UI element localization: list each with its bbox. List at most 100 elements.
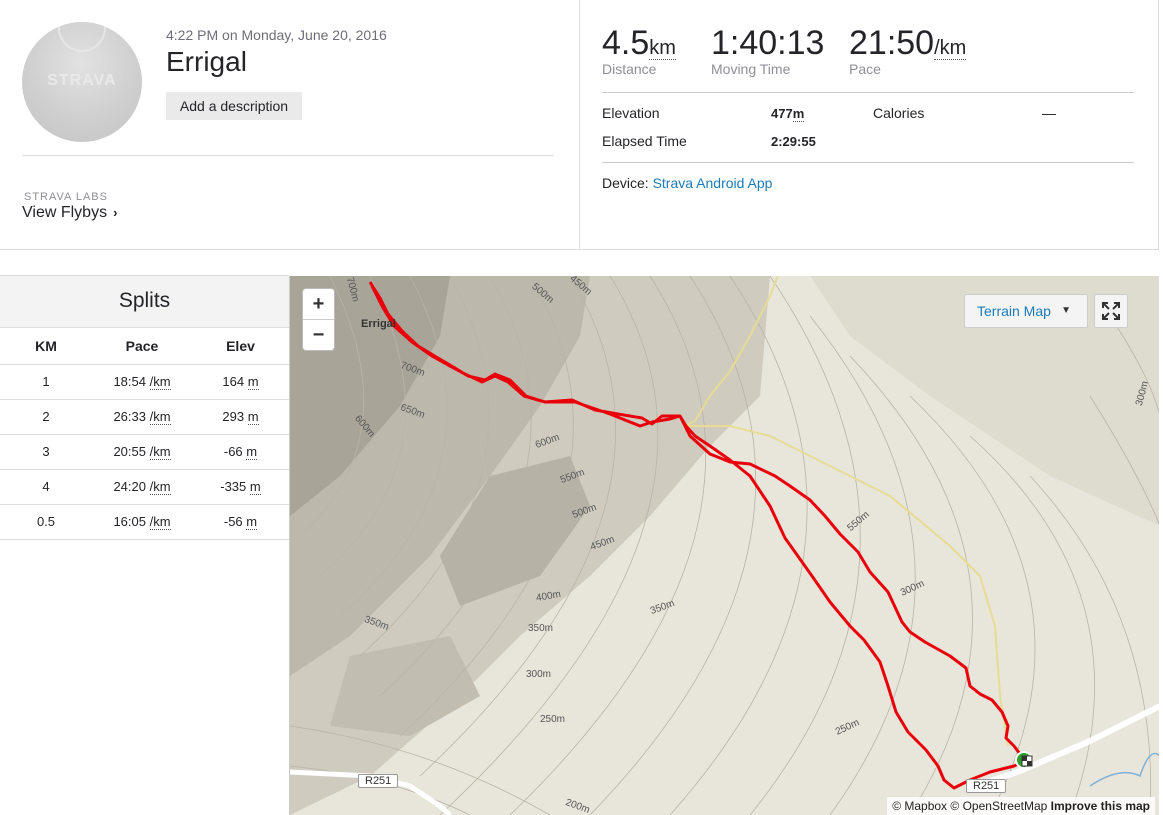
split-elev-value: -335 xyxy=(220,479,247,494)
divider xyxy=(602,92,1134,93)
table-row: 2 26:33 /km 293 m xyxy=(0,399,289,435)
split-pace-value: 18:54 xyxy=(113,374,146,389)
split-elev-value: 164 xyxy=(222,374,245,389)
elevation-value: 477m xyxy=(771,106,805,122)
map-type-dropdown[interactable]: Terrain Map ▼ xyxy=(964,294,1088,328)
split-pace-unit: /km xyxy=(149,479,171,495)
splits-title: Splits xyxy=(0,276,289,328)
split-elev: 293 m xyxy=(192,399,289,435)
elevation-number: 477 xyxy=(771,106,793,121)
activity-summary: STRAVA 4:22 PM on Monday, June 20, 2016 … xyxy=(0,0,580,249)
split-km: 0.5 xyxy=(0,504,92,540)
distance-value: 4.5 xyxy=(602,24,650,62)
activity-stats: 4.5km Distance 1:40:13 Moving Time 21:50… xyxy=(580,0,1158,249)
split-elev: -56 m xyxy=(192,504,289,540)
split-elev: -335 m xyxy=(192,469,289,505)
distance-unit: km xyxy=(649,37,676,60)
split-elev-value: -66 xyxy=(223,444,243,459)
split-km: 3 xyxy=(0,434,92,470)
stat-distance: 4.5km Distance xyxy=(602,24,676,77)
split-elev-unit: m xyxy=(249,479,261,495)
device-link[interactable]: Strava Android App xyxy=(653,175,773,191)
stat-pace: 21:50/km Pace xyxy=(849,24,967,77)
split-pace-value: 16:05 xyxy=(113,514,146,529)
calories-value: — xyxy=(1042,105,1056,121)
split-km: 4 xyxy=(0,469,92,505)
device-info: Device: Strava Android App xyxy=(602,175,772,191)
contour-label: 250m xyxy=(540,714,566,725)
chevron-right-icon: › xyxy=(113,205,118,220)
table-row: 3 20:55 /km -66 m xyxy=(0,434,289,470)
divider xyxy=(602,162,1134,163)
split-elev: -66 m xyxy=(192,434,289,470)
strava-logo: STRAVA xyxy=(47,72,117,89)
zoom-out-button[interactable]: − xyxy=(303,320,334,351)
split-pace: 16:05 /km xyxy=(92,504,192,540)
split-elev-unit: m xyxy=(247,409,259,425)
device-label: Device: xyxy=(602,175,649,191)
elevation-label: Elevation xyxy=(602,105,660,121)
caret-down-icon: ▼ xyxy=(1061,305,1071,316)
split-km: 2 xyxy=(0,399,92,435)
activity-header: STRAVA 4:22 PM on Monday, June 20, 2016 … xyxy=(0,0,1159,250)
pace-unit: /km xyxy=(934,37,967,60)
column-header-pace: Pace xyxy=(92,328,192,365)
stat-moving-time: 1:40:13 Moving Time xyxy=(711,24,824,77)
improve-map-link[interactable]: Improve this map xyxy=(1051,799,1150,813)
view-flybys-link[interactable]: View Flybys › xyxy=(22,204,117,222)
split-pace: 20:55 /km xyxy=(92,434,192,470)
moving-time-value: 1:40:13 xyxy=(711,24,825,62)
avatar[interactable]: STRAVA xyxy=(22,22,142,142)
pace-label: Pace xyxy=(849,61,881,77)
peak-label: Errigal xyxy=(361,318,396,330)
column-header-elev: Elev xyxy=(192,328,289,365)
elevation-unit: m xyxy=(792,106,805,122)
mapbox-attribution-link[interactable]: © Mapbox xyxy=(892,799,947,813)
split-pace: 24:20 /km xyxy=(92,469,192,505)
splits-header-row: KM Pace Elev xyxy=(0,328,289,365)
route-map[interactable]: 700m 700m 650m 600m 600m 550m 500m 450m … xyxy=(289,276,1159,815)
activity-date: 4:22 PM on Monday, June 20, 2016 xyxy=(166,27,387,43)
split-pace-unit: /km xyxy=(149,374,171,390)
zoom-in-button[interactable]: + xyxy=(303,289,334,320)
avatar-collar-decoration xyxy=(58,22,106,52)
splits-panel: Splits KM Pace Elev 1 18:54 /km 164 m 2 26:3… xyxy=(0,275,289,815)
distance-label: Distance xyxy=(602,61,657,77)
splits-body: 1 18:54 /km 164 m 2 26:33 /km 293 m 3 20:55 /km… xyxy=(0,364,289,540)
divider xyxy=(22,155,554,156)
split-elev-unit: m xyxy=(246,444,258,460)
split-pace-unit: /km xyxy=(149,514,171,530)
split-pace-value: 20:55 xyxy=(113,444,146,459)
calories-label: Calories xyxy=(873,105,925,121)
table-row: 4 24:20 /km -335 m xyxy=(0,469,289,505)
fullscreen-icon xyxy=(1102,302,1120,320)
map-type-label: Terrain Map xyxy=(977,303,1051,319)
view-flybys-label: View Flybys xyxy=(22,204,108,221)
moving-time-label: Moving Time xyxy=(711,61,791,77)
split-elev-unit: m xyxy=(247,374,259,390)
map-attribution: © Mapbox © OpenStreetMap Improve this ma… xyxy=(887,797,1155,815)
strava-labs-label: STRAVA LABS xyxy=(24,191,108,203)
elapsed-time-value: 2:29:55 xyxy=(771,134,816,149)
road-r251 xyxy=(969,703,1159,791)
pace-value: 21:50 xyxy=(849,24,935,62)
osm-attribution-link[interactable]: © OpenStreetMap xyxy=(950,799,1047,813)
add-description-button[interactable]: Add a description xyxy=(166,92,302,120)
split-pace: 26:33 /km xyxy=(92,399,192,435)
splits-table: KM Pace Elev 1 18:54 /km 164 m 2 26:33 /km 29… xyxy=(0,328,289,540)
activity-title[interactable]: Errigal xyxy=(166,46,247,78)
split-pace-value: 26:33 xyxy=(113,409,146,424)
column-header-km: KM xyxy=(0,328,92,365)
split-km: 1 xyxy=(0,364,92,400)
road-shield: R251 xyxy=(358,774,399,788)
contour-label: 300m xyxy=(526,669,552,680)
stream xyxy=(1089,752,1159,787)
road-shield: R251 xyxy=(966,779,1007,793)
table-row: 0.5 16:05 /km -56 m xyxy=(0,504,289,540)
split-elev: 164 m xyxy=(192,364,289,400)
split-pace-value: 24:20 xyxy=(113,479,146,494)
fullscreen-button[interactable] xyxy=(1094,294,1128,328)
split-pace: 18:54 /km xyxy=(92,364,192,400)
split-elev-value: -56 xyxy=(223,514,243,529)
split-elev-value: 293 xyxy=(222,409,245,424)
